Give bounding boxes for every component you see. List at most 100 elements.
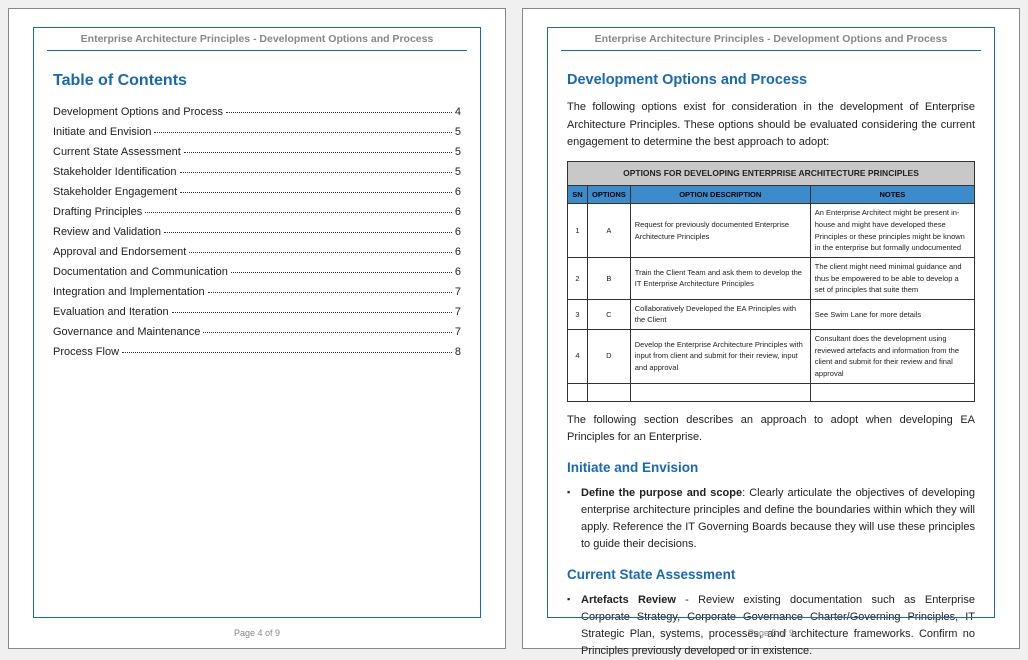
- toc-page-number: 6: [455, 184, 461, 201]
- toc-page-number: 6: [455, 204, 461, 221]
- table-cell-desc: Collaboratively Developed the EA Princip…: [630, 299, 810, 329]
- table-row: 1ARequest for previously documented Ente…: [568, 204, 975, 258]
- toc-dots: [180, 172, 452, 173]
- table-cell-opt: C: [588, 299, 631, 329]
- toc-label: Stakeholder Engagement: [53, 184, 177, 201]
- intro-paragraph: The following options exist for consider…: [567, 99, 975, 150]
- toc-label: Initiate and Envision: [53, 124, 151, 141]
- toc-label: Review and Validation: [53, 224, 161, 241]
- table-row: 2BTrain the Client Team and ask them to …: [568, 257, 975, 299]
- page-footer-left: Page 4 of 9: [9, 628, 505, 638]
- bullet-text: Artefacts Review - Review existing docum…: [581, 592, 975, 660]
- page-header: Enterprise Architecture Principles - Dev…: [37, 27, 477, 50]
- table-cell-opt: D: [588, 330, 631, 384]
- toc-dots: [226, 112, 452, 113]
- toc-row[interactable]: Current State Assessment 5: [53, 144, 461, 161]
- toc-dots: [122, 352, 452, 353]
- table-cell-sn: 2: [568, 257, 588, 299]
- toc-page-number: 8: [455, 344, 461, 361]
- table-cell-desc: Develop the Enterprise Architecture Prin…: [630, 330, 810, 384]
- toc-row[interactable]: Stakeholder Engagement 6: [53, 184, 461, 201]
- table-cell-opt: B: [588, 257, 631, 299]
- toc-dots: [164, 232, 452, 233]
- bullet-marker-icon: ▪: [567, 485, 581, 553]
- toc-row[interactable]: Initiate and Envision 5: [53, 124, 461, 141]
- toc-page-number: 4: [455, 104, 461, 121]
- toc-row[interactable]: Process Flow 8: [53, 344, 461, 361]
- toc-row[interactable]: Documentation and Communication 6: [53, 264, 461, 281]
- toc-page-number: 5: [455, 164, 461, 181]
- toc-dots: [154, 132, 451, 133]
- toc-dots: [145, 212, 452, 213]
- toc-row[interactable]: Integration and Implementation 7: [53, 284, 461, 301]
- table-cell-sn: 1: [568, 204, 588, 258]
- options-table: OPTIONS FOR DEVELOPING ENTERPRISE ARCHIT…: [567, 161, 975, 403]
- table-cell-opt: A: [588, 204, 631, 258]
- toc-title: Table of Contents: [53, 69, 461, 94]
- toc-page-number: 5: [455, 124, 461, 141]
- after-table-paragraph: The following section describes an appro…: [567, 412, 975, 446]
- page-right: Enterprise Architecture Principles - Dev…: [522, 8, 1020, 649]
- table-caption: OPTIONS FOR DEVELOPING ENTERPRISE ARCHIT…: [568, 161, 975, 185]
- toc-page-number: 5: [455, 144, 461, 161]
- toc-label: Current State Assessment: [53, 144, 181, 161]
- table-cell-notes: Consultant does the development using re…: [810, 330, 974, 384]
- toc-dots: [172, 312, 452, 313]
- section-title-initiate: Initiate and Envision: [567, 458, 975, 479]
- toc-label: Integration and Implementation: [53, 284, 205, 301]
- toc-label: Documentation and Communication: [53, 264, 228, 281]
- toc-page-number: 6: [455, 224, 461, 241]
- toc-page-number: 7: [455, 324, 461, 341]
- toc-label: Approval and Endorsement: [53, 244, 186, 261]
- toc-dots: [208, 292, 452, 293]
- toc-row[interactable]: Stakeholder Identification 5: [53, 164, 461, 181]
- table-cell-sn: 3: [568, 299, 588, 329]
- toc-dots: [231, 272, 452, 273]
- toc-page-number: 7: [455, 304, 461, 321]
- table-cell-notes: An Enterprise Architect might be present…: [810, 204, 974, 258]
- bullet-text: Define the purpose and scope: Clearly ar…: [581, 485, 975, 553]
- toc-dots: [180, 192, 452, 193]
- table-header-options: OPTIONS: [588, 185, 631, 204]
- table-empty-row: [568, 383, 975, 402]
- bullet-marker-icon: ▪: [567, 592, 581, 660]
- bullet-lead: Define the purpose and scope: [581, 487, 742, 499]
- header-underline: [47, 50, 467, 51]
- toc-list: Development Options and Process 4 Initiate…: [53, 104, 461, 362]
- bullet-lead: Artefacts Review: [581, 594, 676, 606]
- table-cell-notes: The client might need minimal guidance a…: [810, 257, 974, 299]
- toc-dots: [189, 252, 452, 253]
- toc-row[interactable]: Development Options and Process 4: [53, 104, 461, 121]
- section-title-dev-options: Development Options and Process: [567, 69, 975, 91]
- page-header: Enterprise Architecture Principles - Dev…: [551, 27, 991, 50]
- toc-row[interactable]: Evaluation and Iteration7: [53, 304, 461, 321]
- toc-label: Process Flow: [53, 344, 119, 361]
- toc-row[interactable]: Approval and Endorsement 6: [53, 244, 461, 261]
- table-row: 4DDevelop the Enterprise Architecture Pr…: [568, 330, 975, 384]
- table-cell-desc: Request for previously documented Enterp…: [630, 204, 810, 258]
- section-title-current-state: Current State Assessment: [567, 565, 975, 586]
- header-underline: [561, 50, 981, 51]
- bullet-item: ▪ Artefacts Review - Review existing doc…: [567, 592, 975, 660]
- table-header-notes: NOTES: [810, 185, 974, 204]
- toc-label: Governance and Maintenance: [53, 324, 200, 341]
- toc-label: Stakeholder Identification: [53, 164, 177, 181]
- table-cell-sn: 4: [568, 330, 588, 384]
- page-footer-right: Page 5 of 9: [523, 628, 1019, 638]
- toc-row[interactable]: Review and Validation 6: [53, 224, 461, 241]
- bullet-item: ▪ Define the purpose and scope: Clearly …: [567, 485, 975, 553]
- table-cell-notes: See Swim Lane for more details: [810, 299, 974, 329]
- toc-page-number: 7: [455, 284, 461, 301]
- toc-page-number: 6: [455, 244, 461, 261]
- toc-row[interactable]: Governance and Maintenance 7: [53, 324, 461, 341]
- table-header-desc: OPTION DESCRIPTION: [630, 185, 810, 204]
- toc-label: Drafting Principles: [53, 204, 142, 221]
- toc-row[interactable]: Drafting Principles 6: [53, 204, 461, 221]
- toc-dots: [184, 152, 452, 153]
- toc-label: Development Options and Process: [53, 104, 223, 121]
- table-row: 3CCollaboratively Developed the EA Princ…: [568, 299, 975, 329]
- toc-page-number: 6: [455, 264, 461, 281]
- table-cell-desc: Train the Client Team and ask them to de…: [630, 257, 810, 299]
- table-header-sn: SN: [568, 185, 588, 204]
- toc-dots: [203, 332, 451, 333]
